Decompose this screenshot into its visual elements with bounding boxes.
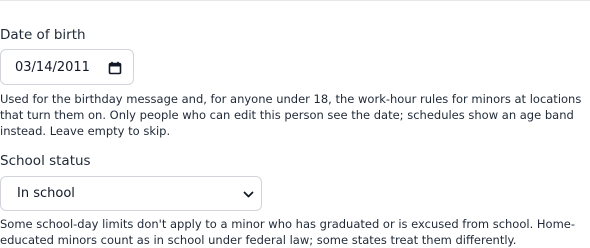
dob-label: Date of birth: [0, 27, 86, 43]
school-status-label: School status: [0, 153, 91, 169]
section-divider: [0, 0, 590, 1]
school-status-selected[interactable]: In school: [17, 186, 75, 201]
date-of-birth-value[interactable]: 03/14/2011: [15, 60, 90, 75]
chevron-down-icon[interactable]: [243, 189, 254, 200]
school-status-select[interactable]: In school: [0, 176, 262, 211]
date-of-birth-input[interactable]: 03/14/2011: [0, 49, 134, 85]
school-help-text: Some school-day limits don't apply to a …: [0, 217, 575, 247]
dob-help-text: Used for the birthday message and, for a…: [0, 92, 582, 138]
calendar-icon[interactable]: [108, 61, 122, 75]
